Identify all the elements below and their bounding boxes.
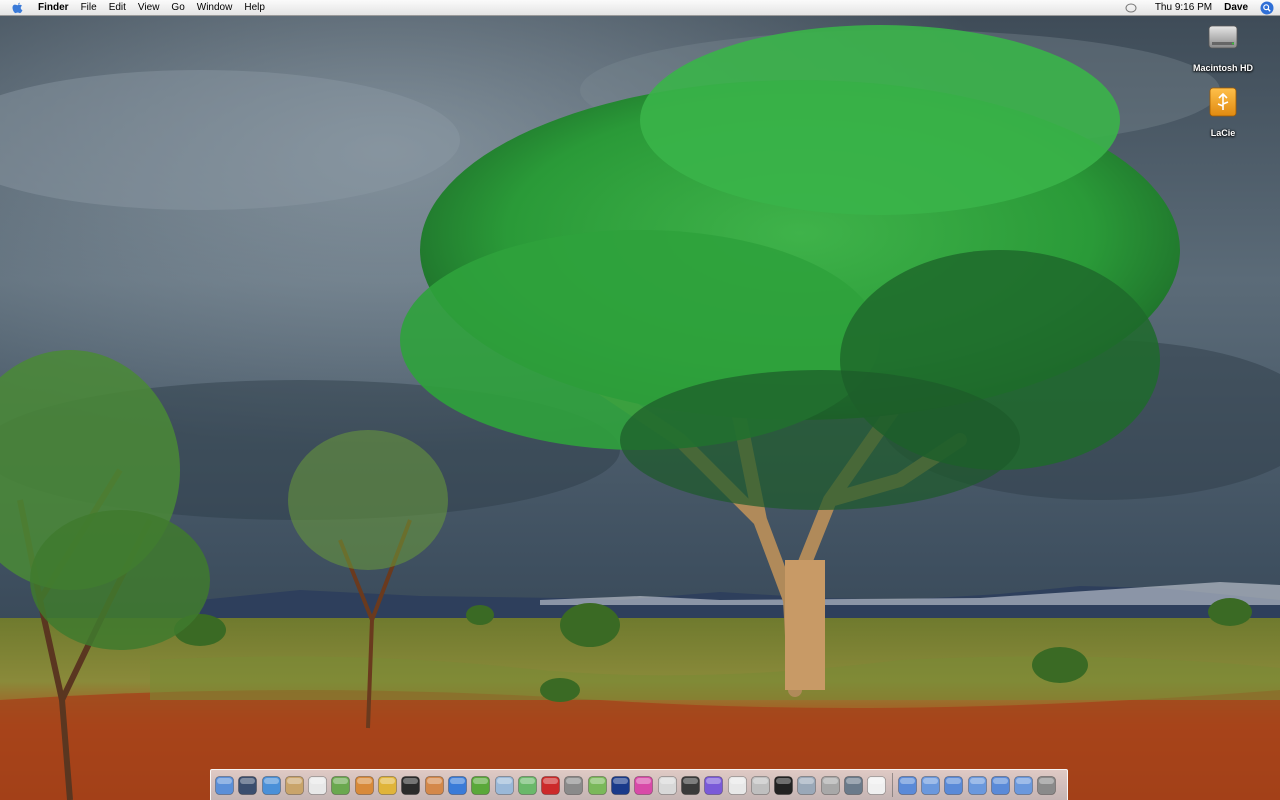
trash-icon[interactable] <box>1036 775 1057 796</box>
app-yellow-icon[interactable] <box>377 775 398 796</box>
terminal-icon[interactable] <box>773 775 794 796</box>
status-area: Thu 9:16 PM Dave <box>1125 0 1280 15</box>
desktop-icon-label: Macintosh HD <box>1192 63 1253 73</box>
spotlight-icon[interactable] <box>1260 1 1274 15</box>
download-icon[interactable] <box>517 775 538 796</box>
folder-icon-2[interactable] <box>920 775 941 796</box>
preview-icon[interactable] <box>587 775 608 796</box>
address-book-icon[interactable] <box>284 775 305 796</box>
folder-icon-1[interactable] <box>897 775 918 796</box>
wiki-icon[interactable] <box>447 775 468 796</box>
desktop-icon-macintosh-hd[interactable]: Macintosh HD <box>1180 20 1266 73</box>
app-green-icon[interactable] <box>470 775 491 796</box>
menu-window[interactable]: Window <box>191 0 239 15</box>
menu-file[interactable]: File <box>75 0 103 15</box>
apple-icon[interactable] <box>12 2 24 14</box>
dock <box>210 769 1068 800</box>
notes-icon[interactable] <box>727 775 748 796</box>
folder-icon-6[interactable] <box>1013 775 1034 796</box>
ical-icon[interactable] <box>307 775 328 796</box>
usb-drive-icon <box>1209 87 1237 117</box>
clipboard-icon[interactable] <box>657 775 678 796</box>
app-red-icon[interactable] <box>540 775 561 796</box>
menu-clock[interactable]: Thu 9:16 PM <box>1149 2 1218 13</box>
star-icon[interactable] <box>610 775 631 796</box>
iphoto-icon[interactable] <box>354 775 375 796</box>
desktop-icon-lacie[interactable]: LaCie <box>1180 85 1266 138</box>
dock-separator <box>891 773 893 797</box>
clapper-icon[interactable] <box>680 775 701 796</box>
utility-icon[interactable] <box>843 775 864 796</box>
flower-icon[interactable] <box>633 775 654 796</box>
menu-view[interactable]: View <box>132 0 166 15</box>
app-purple-icon[interactable] <box>703 775 724 796</box>
dashboard-icon[interactable] <box>237 775 258 796</box>
desktop-icon-label: LaCie <box>1210 128 1236 138</box>
folder-icon-4[interactable] <box>967 775 988 796</box>
pages-icon[interactable] <box>424 775 445 796</box>
desktop-wallpaper <box>0 0 1280 800</box>
textedit-icon[interactable] <box>494 775 515 796</box>
finder-icon[interactable] <box>214 775 235 796</box>
folder-icon-3[interactable] <box>943 775 964 796</box>
volume-icon[interactable] <box>1125 2 1137 14</box>
folder-icon-5[interactable] <box>990 775 1011 796</box>
menu-help[interactable]: Help <box>238 0 271 15</box>
hard-drive-icon <box>1208 25 1238 49</box>
itunes-icon[interactable] <box>330 775 351 796</box>
safari-icon[interactable] <box>261 775 282 796</box>
fast-user-switch[interactable]: Dave <box>1218 2 1254 13</box>
app-dial-icon[interactable] <box>563 775 584 796</box>
word-icon[interactable] <box>400 775 421 796</box>
menu-bar: Finder File Edit View Go Window Help Thu… <box>0 0 1280 16</box>
menu-edit[interactable]: Edit <box>103 0 132 15</box>
system-preferences-icon[interactable] <box>820 775 841 796</box>
app-white-icon[interactable] <box>866 775 887 796</box>
network-icon[interactable] <box>796 775 817 796</box>
menu-go[interactable]: Go <box>165 0 190 15</box>
menu-finder[interactable]: Finder <box>32 0 75 15</box>
calculator-icon[interactable] <box>750 775 771 796</box>
